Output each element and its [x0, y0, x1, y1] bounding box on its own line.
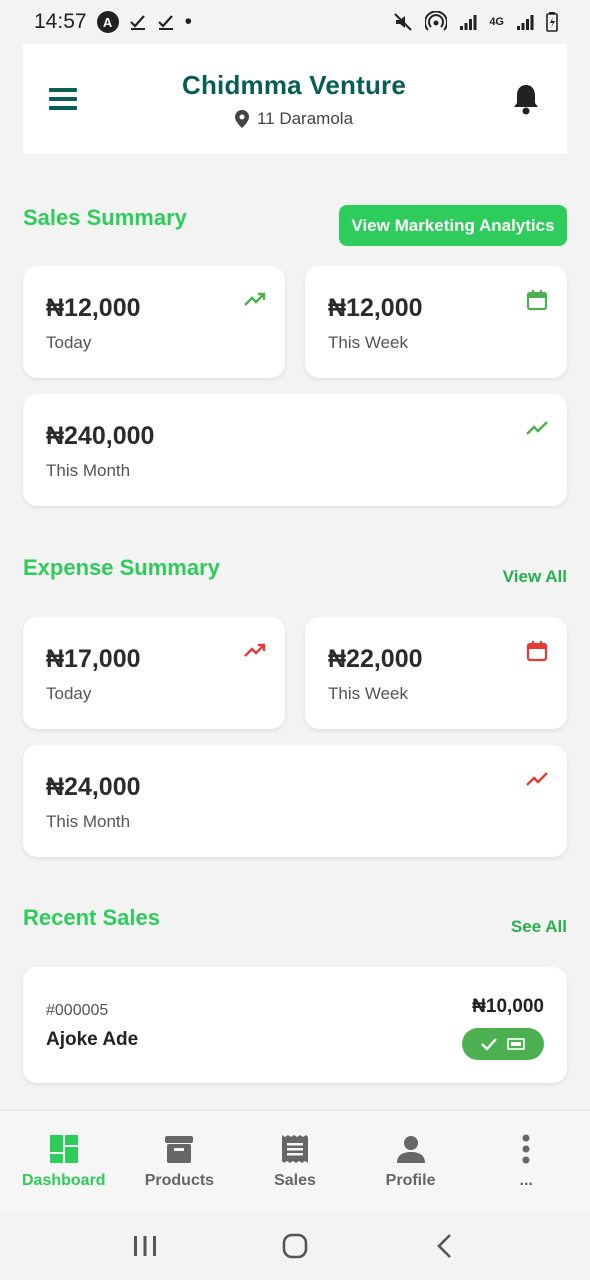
sales-today-card[interactable]: ₦12,000 Today: [23, 266, 285, 378]
nav-label-profile: Profile: [385, 1172, 436, 1189]
view-marketing-analytics-button[interactable]: View Marketing Analytics: [339, 205, 567, 246]
home-circle-icon: [282, 1233, 308, 1259]
status-left: 14:57 A •: [34, 10, 192, 34]
sales-week-label: This Week: [328, 333, 408, 352]
business-location: 11 Daramola: [182, 109, 406, 129]
sale-amount: ₦10,000: [472, 996, 544, 1017]
nav-label-sales: Sales: [274, 1172, 316, 1189]
recent-apps-icon: [134, 1236, 156, 1256]
status-right: 4G: [393, 11, 558, 33]
hotspot-icon: [425, 11, 448, 31]
bell-icon[interactable]: [511, 83, 541, 115]
expense-week-label: This Week: [328, 684, 408, 703]
recent-sales-see-all-link[interactable]: See All: [511, 917, 567, 937]
sales-week-card[interactable]: ₦12,000 This Week: [305, 266, 567, 378]
more-vertical-icon: [522, 1134, 530, 1164]
nav-label-dashboard: Dashboard: [22, 1172, 106, 1189]
trending-up-icon: [244, 292, 266, 306]
mute-icon: [394, 13, 413, 31]
nav-item-more[interactable]: ...: [471, 1132, 581, 1190]
cash-icon: [507, 1038, 525, 1050]
expense-week-amount: ₦22,000: [328, 645, 423, 673]
download-done-icon: [129, 15, 145, 30]
expense-today-card[interactable]: ₦17,000 Today: [23, 617, 285, 729]
expense-week-card[interactable]: ₦22,000 This Week: [305, 617, 567, 729]
expense-month-amount: ₦24,000: [46, 773, 141, 801]
calendar-icon: [526, 290, 548, 311]
hamburger-menu-icon[interactable]: [49, 88, 77, 110]
app-header: Chidmma Venture 11 Daramola: [23, 44, 567, 154]
archive-box-icon: [165, 1136, 194, 1163]
signal-icon: [460, 15, 477, 30]
expense-month-label: This Month: [46, 812, 131, 831]
sales-week-amount: ₦12,000: [328, 294, 423, 322]
trending-up-icon: [244, 643, 266, 657]
sales-month-card[interactable]: ₦240,000 This Month: [23, 394, 567, 506]
nav-item-profile[interactable]: Profile: [356, 1132, 466, 1190]
nav-item-dashboard[interactable]: Dashboard: [9, 1132, 119, 1190]
sales-summary-title: Sales Summary: [23, 205, 187, 230]
sale-customer-name: Ajoke Ade: [46, 1029, 139, 1050]
location-text: 11 Daramola: [256, 108, 354, 128]
signal-icon: [517, 15, 534, 30]
back-chevron-icon: [437, 1234, 451, 1258]
nav-label-products: Products: [144, 1172, 215, 1189]
person-icon: [396, 1136, 425, 1163]
sales-today-amount: ₦12,000: [46, 294, 141, 322]
status-bar: 14:57 A • 4G: [0, 0, 590, 44]
sales-today-label: Today: [46, 333, 92, 352]
sale-status-badge: [462, 1028, 544, 1060]
system-navigation-bar: [0, 1212, 590, 1280]
dashboard-icon: [49, 1135, 78, 1163]
business-info: Chidmma Venture 11 Daramola: [182, 70, 406, 129]
expense-view-all-link[interactable]: View All: [503, 567, 567, 587]
sale-id: #000005: [46, 1002, 109, 1019]
download-done-icon: [157, 15, 173, 30]
sales-month-label: This Month: [46, 461, 131, 480]
business-name: Chidmma Venture: [181, 69, 407, 100]
location-pin-icon: [234, 109, 249, 128]
nav-label-more: ...: [519, 1172, 533, 1189]
sale-list-item[interactable]: #000005 Ajoke Ade ₦10,000: [23, 967, 567, 1083]
sales-month-amount: ₦240,000: [46, 422, 155, 450]
home-button[interactable]: [275, 1226, 315, 1266]
app-a-icon: A: [96, 11, 119, 33]
network-type: 4G: [489, 16, 504, 28]
expense-month-card[interactable]: ₦24,000 This Month: [23, 745, 567, 857]
calendar-icon: [526, 641, 548, 662]
trend-line-icon: [526, 772, 548, 786]
expense-today-amount: ₦17,000: [46, 645, 141, 673]
back-button[interactable]: [425, 1226, 465, 1266]
nav-item-products[interactable]: Products: [124, 1132, 234, 1190]
battery-icon: [546, 12, 558, 32]
expense-today-label: Today: [46, 684, 92, 703]
status-time: 14:57: [34, 10, 87, 33]
notification-dot: •: [184, 10, 192, 33]
check-icon: [481, 1038, 497, 1051]
trend-line-icon: [526, 421, 548, 435]
recent-sales-title: Recent Sales: [23, 905, 160, 930]
receipt-icon: [281, 1135, 308, 1163]
expense-summary-title: Expense Summary: [23, 555, 220, 580]
nav-item-sales[interactable]: Sales: [240, 1132, 350, 1190]
bottom-navigation: Dashboard Products Sales Profile ...: [0, 1110, 590, 1211]
recent-apps-button[interactable]: [125, 1226, 165, 1266]
